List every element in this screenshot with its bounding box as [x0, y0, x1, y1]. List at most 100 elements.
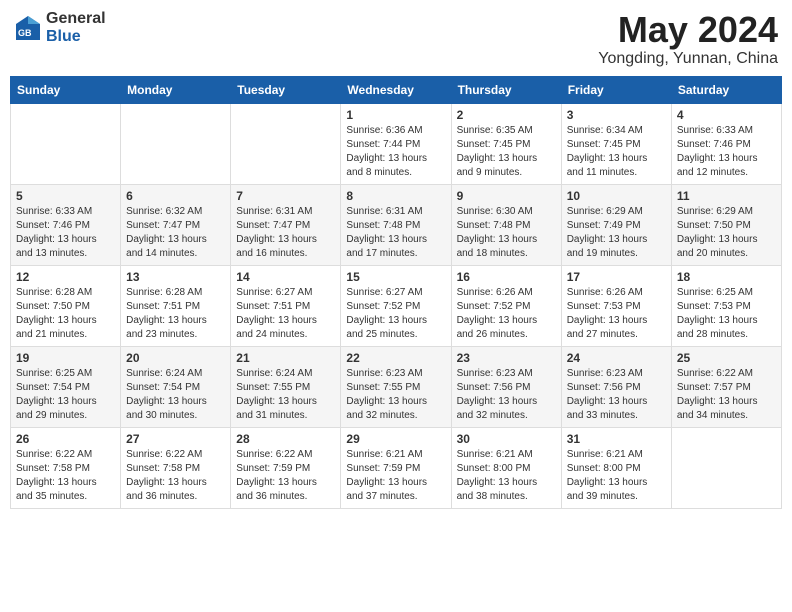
- day-info: Sunrise: 6:27 AM Sunset: 7:51 PM Dayligh…: [236, 286, 335, 342]
- day-info: Sunrise: 6:31 AM Sunset: 7:47 PM Dayligh…: [236, 205, 335, 261]
- day-number: 5: [16, 189, 115, 203]
- weekday-header-saturday: Saturday: [671, 76, 781, 103]
- calendar-cell: 18 Sunrise: 6:25 AM Sunset: 7:53 PM Dayli…: [671, 265, 781, 346]
- month-title: May 2024: [598, 10, 778, 50]
- day-info: Sunrise: 6:36 AM Sunset: 7:44 PM Dayligh…: [346, 124, 445, 180]
- day-number: 21: [236, 351, 335, 365]
- calendar-cell: 10 Sunrise: 6:29 AM Sunset: 7:49 PM Dayli…: [561, 184, 671, 265]
- day-info: Sunrise: 6:26 AM Sunset: 7:52 PM Dayligh…: [457, 286, 556, 342]
- logo-general-text: General: [46, 10, 106, 28]
- calendar-cell: 8 Sunrise: 6:31 AM Sunset: 7:48 PM Daylig…: [341, 184, 451, 265]
- day-info: Sunrise: 6:33 AM Sunset: 7:46 PM Dayligh…: [677, 124, 776, 180]
- day-info: Sunrise: 6:29 AM Sunset: 7:50 PM Dayligh…: [677, 205, 776, 261]
- calendar-cell: 21Sunrise: 6:24 AM Sunset: 7:55 PM Dayli…: [231, 346, 341, 427]
- day-info: Sunrise: 6:23 AM Sunset: 7:56 PM Dayligh…: [567, 367, 666, 423]
- calendar-cell: 31 Sunrise: 6:21 AM Sunset: 8:00 PM Dayli…: [561, 427, 671, 508]
- calendar-cell: 7 Sunrise: 6:31 AM Sunset: 7:47 PM Daylig…: [231, 184, 341, 265]
- day-number: 24: [567, 351, 666, 365]
- day-number: 9: [457, 189, 556, 203]
- page-header: GB General Blue May 2024 Yongding, Yunna…: [10, 10, 782, 68]
- calendar-cell: 28Sunrise: 6:22 AM Sunset: 7:59 PM Dayli…: [231, 427, 341, 508]
- day-number: 23: [457, 351, 556, 365]
- day-info: Sunrise: 6:33 AM Sunset: 7:46 PM Dayligh…: [16, 205, 115, 261]
- day-info: Sunrise: 6:25 AM Sunset: 7:53 PM Dayligh…: [677, 286, 776, 342]
- day-number: 31: [567, 432, 666, 446]
- day-number: 17: [567, 270, 666, 284]
- calendar-cell: 22 Sunrise: 6:23 AM Sunset: 7:55 PM Dayli…: [341, 346, 451, 427]
- calendar-cell: 13 Sunrise: 6:28 AM Sunset: 7:51 PM Dayli…: [121, 265, 231, 346]
- day-number: 14: [236, 270, 335, 284]
- calendar-cell: 3Sunrise: 6:34 AM Sunset: 7:45 PM Daylig…: [561, 103, 671, 184]
- day-number: 18: [677, 270, 776, 284]
- day-info: Sunrise: 6:28 AM Sunset: 7:51 PM Dayligh…: [126, 286, 225, 342]
- calendar-cell: 6 Sunrise: 6:32 AM Sunset: 7:47 PM Daylig…: [121, 184, 231, 265]
- weekday-header-friday: Friday: [561, 76, 671, 103]
- calendar-cell: 11 Sunrise: 6:29 AM Sunset: 7:50 PM Dayli…: [671, 184, 781, 265]
- logo-blue-text: Blue: [46, 28, 106, 46]
- weekday-header-row: SundayMondayTuesdayWednesdayThursdayFrid…: [11, 76, 782, 103]
- day-info: Sunrise: 6:23 AM Sunset: 7:55 PM Dayligh…: [346, 367, 445, 423]
- calendar-week-1: 1 Sunrise: 6:36 AM Sunset: 7:44 PM Daylig…: [11, 103, 782, 184]
- day-info: Sunrise: 6:29 AM Sunset: 7:49 PM Dayligh…: [567, 205, 666, 261]
- day-info: Sunrise: 6:21 AM Sunset: 7:59 PM Dayligh…: [346, 448, 445, 504]
- day-number: 11: [677, 189, 776, 203]
- day-number: 10: [567, 189, 666, 203]
- day-number: 4: [677, 108, 776, 122]
- title-block: May 2024 Yongding, Yunnan, China: [598, 10, 778, 68]
- calendar-cell: [121, 103, 231, 184]
- logo: GB General Blue: [14, 10, 106, 45]
- calendar-cell: 1 Sunrise: 6:36 AM Sunset: 7:44 PM Daylig…: [341, 103, 451, 184]
- calendar-cell: 29Sunrise: 6:21 AM Sunset: 7:59 PM Dayli…: [341, 427, 451, 508]
- calendar-week-2: 5 Sunrise: 6:33 AM Sunset: 7:46 PM Daylig…: [11, 184, 782, 265]
- day-number: 25: [677, 351, 776, 365]
- day-number: 19: [16, 351, 115, 365]
- day-info: Sunrise: 6:24 AM Sunset: 7:54 PM Dayligh…: [126, 367, 225, 423]
- calendar-cell: 16 Sunrise: 6:26 AM Sunset: 7:52 PM Dayli…: [451, 265, 561, 346]
- logo-icon: GB: [14, 14, 42, 42]
- calendar-cell: 27Sunrise: 6:22 AM Sunset: 7:58 PM Dayli…: [121, 427, 231, 508]
- calendar-cell: 20Sunrise: 6:24 AM Sunset: 7:54 PM Dayli…: [121, 346, 231, 427]
- weekday-header-sunday: Sunday: [11, 76, 121, 103]
- day-number: 22: [346, 351, 445, 365]
- day-number: 15: [346, 270, 445, 284]
- calendar-cell: 15 Sunrise: 6:27 AM Sunset: 7:52 PM Dayli…: [341, 265, 451, 346]
- day-number: 16: [457, 270, 556, 284]
- day-number: 2: [457, 108, 556, 122]
- day-info: Sunrise: 6:31 AM Sunset: 7:48 PM Dayligh…: [346, 205, 445, 261]
- calendar-cell: [231, 103, 341, 184]
- day-info: Sunrise: 6:23 AM Sunset: 7:56 PM Dayligh…: [457, 367, 556, 423]
- calendar-week-3: 12Sunrise: 6:28 AM Sunset: 7:50 PM Dayli…: [11, 265, 782, 346]
- day-info: Sunrise: 6:21 AM Sunset: 8:00 PM Dayligh…: [567, 448, 666, 504]
- svg-text:GB: GB: [18, 28, 32, 38]
- day-info: Sunrise: 6:25 AM Sunset: 7:54 PM Dayligh…: [16, 367, 115, 423]
- day-number: 3: [567, 108, 666, 122]
- day-number: 6: [126, 189, 225, 203]
- day-info: Sunrise: 6:27 AM Sunset: 7:52 PM Dayligh…: [346, 286, 445, 342]
- calendar-cell: 5 Sunrise: 6:33 AM Sunset: 7:46 PM Daylig…: [11, 184, 121, 265]
- weekday-header-thursday: Thursday: [451, 76, 561, 103]
- day-number: 13: [126, 270, 225, 284]
- weekday-header-wednesday: Wednesday: [341, 76, 451, 103]
- location-title: Yongding, Yunnan, China: [598, 50, 778, 68]
- logo-text: General Blue: [46, 10, 106, 45]
- day-number: 7: [236, 189, 335, 203]
- day-info: Sunrise: 6:22 AM Sunset: 7:57 PM Dayligh…: [677, 367, 776, 423]
- calendar-cell: 2Sunrise: 6:35 AM Sunset: 7:45 PM Daylig…: [451, 103, 561, 184]
- day-info: Sunrise: 6:32 AM Sunset: 7:47 PM Dayligh…: [126, 205, 225, 261]
- calendar-week-4: 19 Sunrise: 6:25 AM Sunset: 7:54 PM Dayli…: [11, 346, 782, 427]
- day-info: Sunrise: 6:22 AM Sunset: 7:59 PM Dayligh…: [236, 448, 335, 504]
- day-number: 1: [346, 108, 445, 122]
- calendar-cell: 14 Sunrise: 6:27 AM Sunset: 7:51 PM Dayli…: [231, 265, 341, 346]
- day-number: 26: [16, 432, 115, 446]
- calendar-cell: 4 Sunrise: 6:33 AM Sunset: 7:46 PM Daylig…: [671, 103, 781, 184]
- calendar-cell: 12Sunrise: 6:28 AM Sunset: 7:50 PM Dayli…: [11, 265, 121, 346]
- day-info: Sunrise: 6:22 AM Sunset: 7:58 PM Dayligh…: [126, 448, 225, 504]
- calendar-cell: 25 Sunrise: 6:22 AM Sunset: 7:57 PM Dayli…: [671, 346, 781, 427]
- calendar-cell: 26Sunrise: 6:22 AM Sunset: 7:58 PM Dayli…: [11, 427, 121, 508]
- day-info: Sunrise: 6:28 AM Sunset: 7:50 PM Dayligh…: [16, 286, 115, 342]
- day-info: Sunrise: 6:21 AM Sunset: 8:00 PM Dayligh…: [457, 448, 556, 504]
- calendar-cell: 30Sunrise: 6:21 AM Sunset: 8:00 PM Dayli…: [451, 427, 561, 508]
- calendar-cell: 17Sunrise: 6:26 AM Sunset: 7:53 PM Dayli…: [561, 265, 671, 346]
- weekday-header-tuesday: Tuesday: [231, 76, 341, 103]
- day-number: 8: [346, 189, 445, 203]
